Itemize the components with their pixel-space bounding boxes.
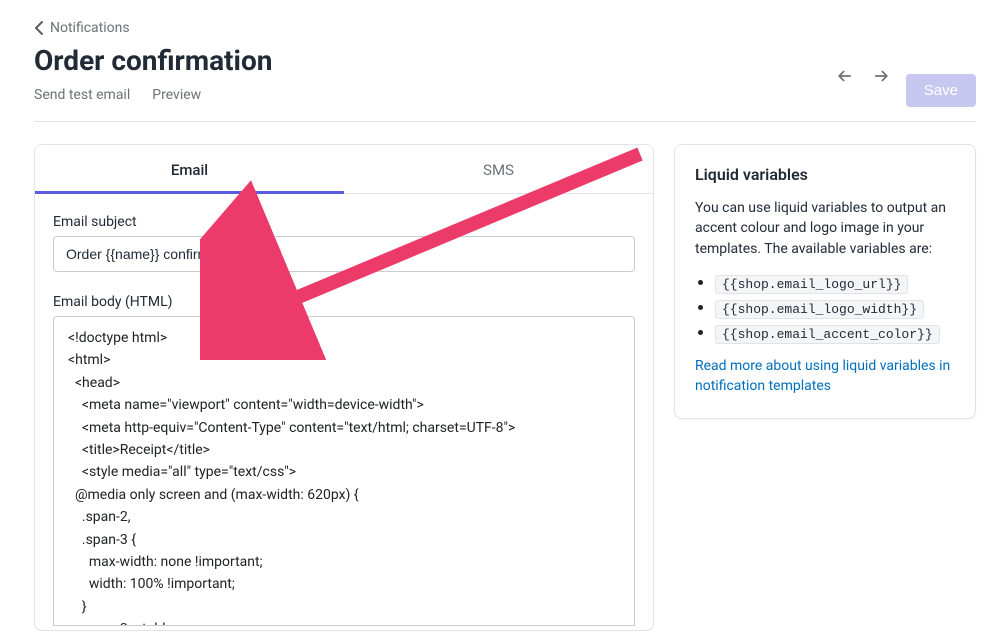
channel-tabs: Email SMS: [35, 145, 653, 194]
arrow-left-icon: [835, 66, 855, 86]
liquid-docs-link[interactable]: Read more about using liquid variables i…: [695, 356, 955, 397]
liquid-var-code: {{shop.email_logo_url}}: [715, 275, 908, 294]
arrow-right-icon: [871, 66, 891, 86]
send-test-email-link[interactable]: Send test email: [34, 87, 130, 103]
email-body-textarea[interactable]: [53, 316, 635, 626]
tab-email[interactable]: Email: [35, 145, 344, 193]
header-divider: [34, 121, 976, 122]
list-item: {{shop.email_accent_color}}: [715, 323, 955, 342]
prev-arrow[interactable]: [834, 65, 856, 87]
liquid-variables-intro: You can use liquid variables to output a…: [695, 198, 955, 259]
liquid-var-code: {{shop.email_accent_color}}: [715, 325, 940, 344]
liquid-variables-title: Liquid variables: [695, 165, 955, 184]
next-arrow[interactable]: [870, 65, 892, 87]
breadcrumb-label: Notifications: [50, 20, 130, 36]
list-item: {{shop.email_logo_url}}: [715, 273, 955, 292]
page-title: Order confirmation: [34, 44, 272, 77]
template-editor-card: Email SMS Email subject Email body (HTML…: [34, 144, 654, 631]
breadcrumb-back[interactable]: Notifications: [34, 20, 130, 36]
save-button[interactable]: Save: [906, 74, 976, 107]
list-item: {{shop.email_logo_width}}: [715, 298, 955, 317]
email-body-label: Email body (HTML): [53, 294, 635, 310]
preview-link[interactable]: Preview: [152, 87, 201, 103]
chevron-left-icon: [34, 21, 44, 35]
liquid-variables-list: {{shop.email_logo_url}} {{shop.email_log…: [695, 273, 955, 342]
tab-sms[interactable]: SMS: [344, 145, 653, 193]
email-subject-label: Email subject: [53, 214, 635, 230]
liquid-var-code: {{shop.email_logo_width}}: [715, 300, 924, 319]
liquid-variables-card: Liquid variables You can use liquid vari…: [674, 144, 976, 419]
email-subject-input[interactable]: [53, 236, 635, 272]
